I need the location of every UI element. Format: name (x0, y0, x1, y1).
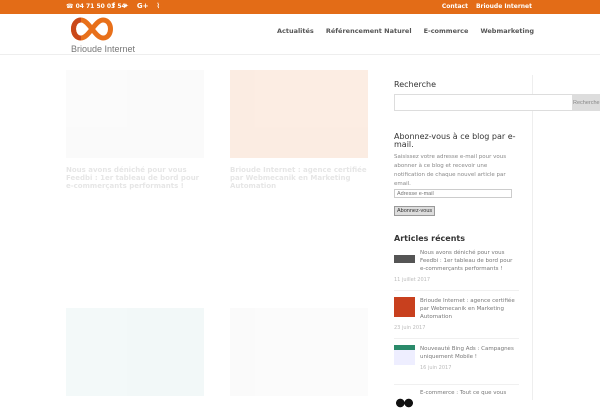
post-thumbnail[interactable] (394, 297, 415, 317)
post-title[interactable]: Brioude Internet : agence certifiée par … (230, 166, 368, 190)
logo-infinity-icon (71, 17, 113, 41)
recent-posts-title: Articles récents (394, 234, 465, 243)
logo-text: Brioude Internet (71, 44, 136, 54)
sidebar: Recherche Rechercher Abonnez-vous à ce b… (394, 80, 600, 409)
subscribe-text: Saisissez votre adresse e-mail pour vous… (394, 154, 507, 187)
search-title: Recherche (394, 80, 437, 89)
recent-post-date: 23 juin 2017 (394, 325, 519, 339)
top-bar: ☎ 04 71 50 03 54 f ✦ G+ ⌇ Contact Brioud… (0, 0, 600, 14)
logo[interactable]: Brioude Internet (66, 16, 146, 60)
recent-post-title[interactable]: Nouveauté Bing Ads : Campagnes uniquemen… (420, 346, 514, 360)
rss-icon[interactable]: ⌇ (157, 2, 160, 10)
subscribe-title: Abonnez-vous à ce blog par e-mail. (394, 132, 516, 149)
post-thumbnail[interactable] (394, 389, 415, 409)
header: Brioude Internet Actualités Référencemen… (0, 14, 600, 55)
post-card[interactable]: Brioude Internet : agence certifiée par … (230, 70, 368, 190)
recent-post-title[interactable]: E-commerce : Tout ce que vous (420, 389, 506, 409)
brioude-internet-link[interactable]: Brioude Internet (476, 3, 532, 10)
subscribe-button[interactable]: Abonnez-vous (394, 206, 436, 216)
twitter-icon[interactable]: ✦ (123, 2, 129, 10)
post-image[interactable] (66, 70, 204, 158)
nav-referencement-naturel[interactable]: Référencement Naturel (326, 27, 412, 35)
post-thumbnail[interactable] (394, 345, 415, 365)
email-input[interactable] (394, 189, 512, 198)
search-input[interactable] (394, 94, 573, 111)
recent-post-title[interactable]: Nous avons déniché pour vous Feedbi : 1e… (420, 249, 519, 273)
recent-post-date: 11 juillet 2017 (394, 277, 519, 291)
facebook-icon[interactable]: f (112, 2, 115, 10)
recent-post[interactable]: Brioude Internet : agence certifiée par … (394, 297, 519, 321)
contact-link[interactable]: Contact (442, 3, 468, 10)
nav-actualites[interactable]: Actualités (277, 27, 314, 35)
recent-post-title[interactable]: Brioude Internet : agence certifiée par … (420, 297, 519, 321)
recent-post-date: 16 juin 2017 (420, 365, 452, 371)
post-thumbnail[interactable] (394, 249, 415, 269)
recent-post[interactable]: Nouveauté Bing Ads : Campagnes uniquemen… (394, 345, 519, 378)
recent-post[interactable]: Nous avons déniché pour vous Feedbi : 1e… (394, 249, 519, 273)
post-card[interactable]: Nous avons déniché pour vous Feedbi : 1e… (66, 70, 204, 190)
post-image[interactable] (66, 308, 204, 396)
nav-e-commerce[interactable]: E-commerce (424, 27, 469, 35)
post-image[interactable] (230, 70, 368, 158)
post-title[interactable]: Nous avons déniché pour vous Feedbi : 1e… (66, 166, 204, 190)
recent-post[interactable]: E-commerce : Tout ce que vous (394, 384, 519, 409)
post-image[interactable] (230, 308, 368, 396)
nav-webmarketing[interactable]: Webmarketing (480, 27, 534, 35)
sidebar-divider (532, 75, 533, 400)
search-button[interactable]: Rechercher (573, 94, 600, 111)
post-grid: Nous avons déniché pour vous Feedbi : 1e… (66, 70, 376, 400)
google-plus-icon[interactable]: G+ (137, 2, 149, 10)
post-card[interactable] (66, 308, 204, 396)
post-card[interactable] (230, 308, 368, 396)
main-nav: Actualités Référencement Naturel E-comme… (277, 27, 534, 35)
